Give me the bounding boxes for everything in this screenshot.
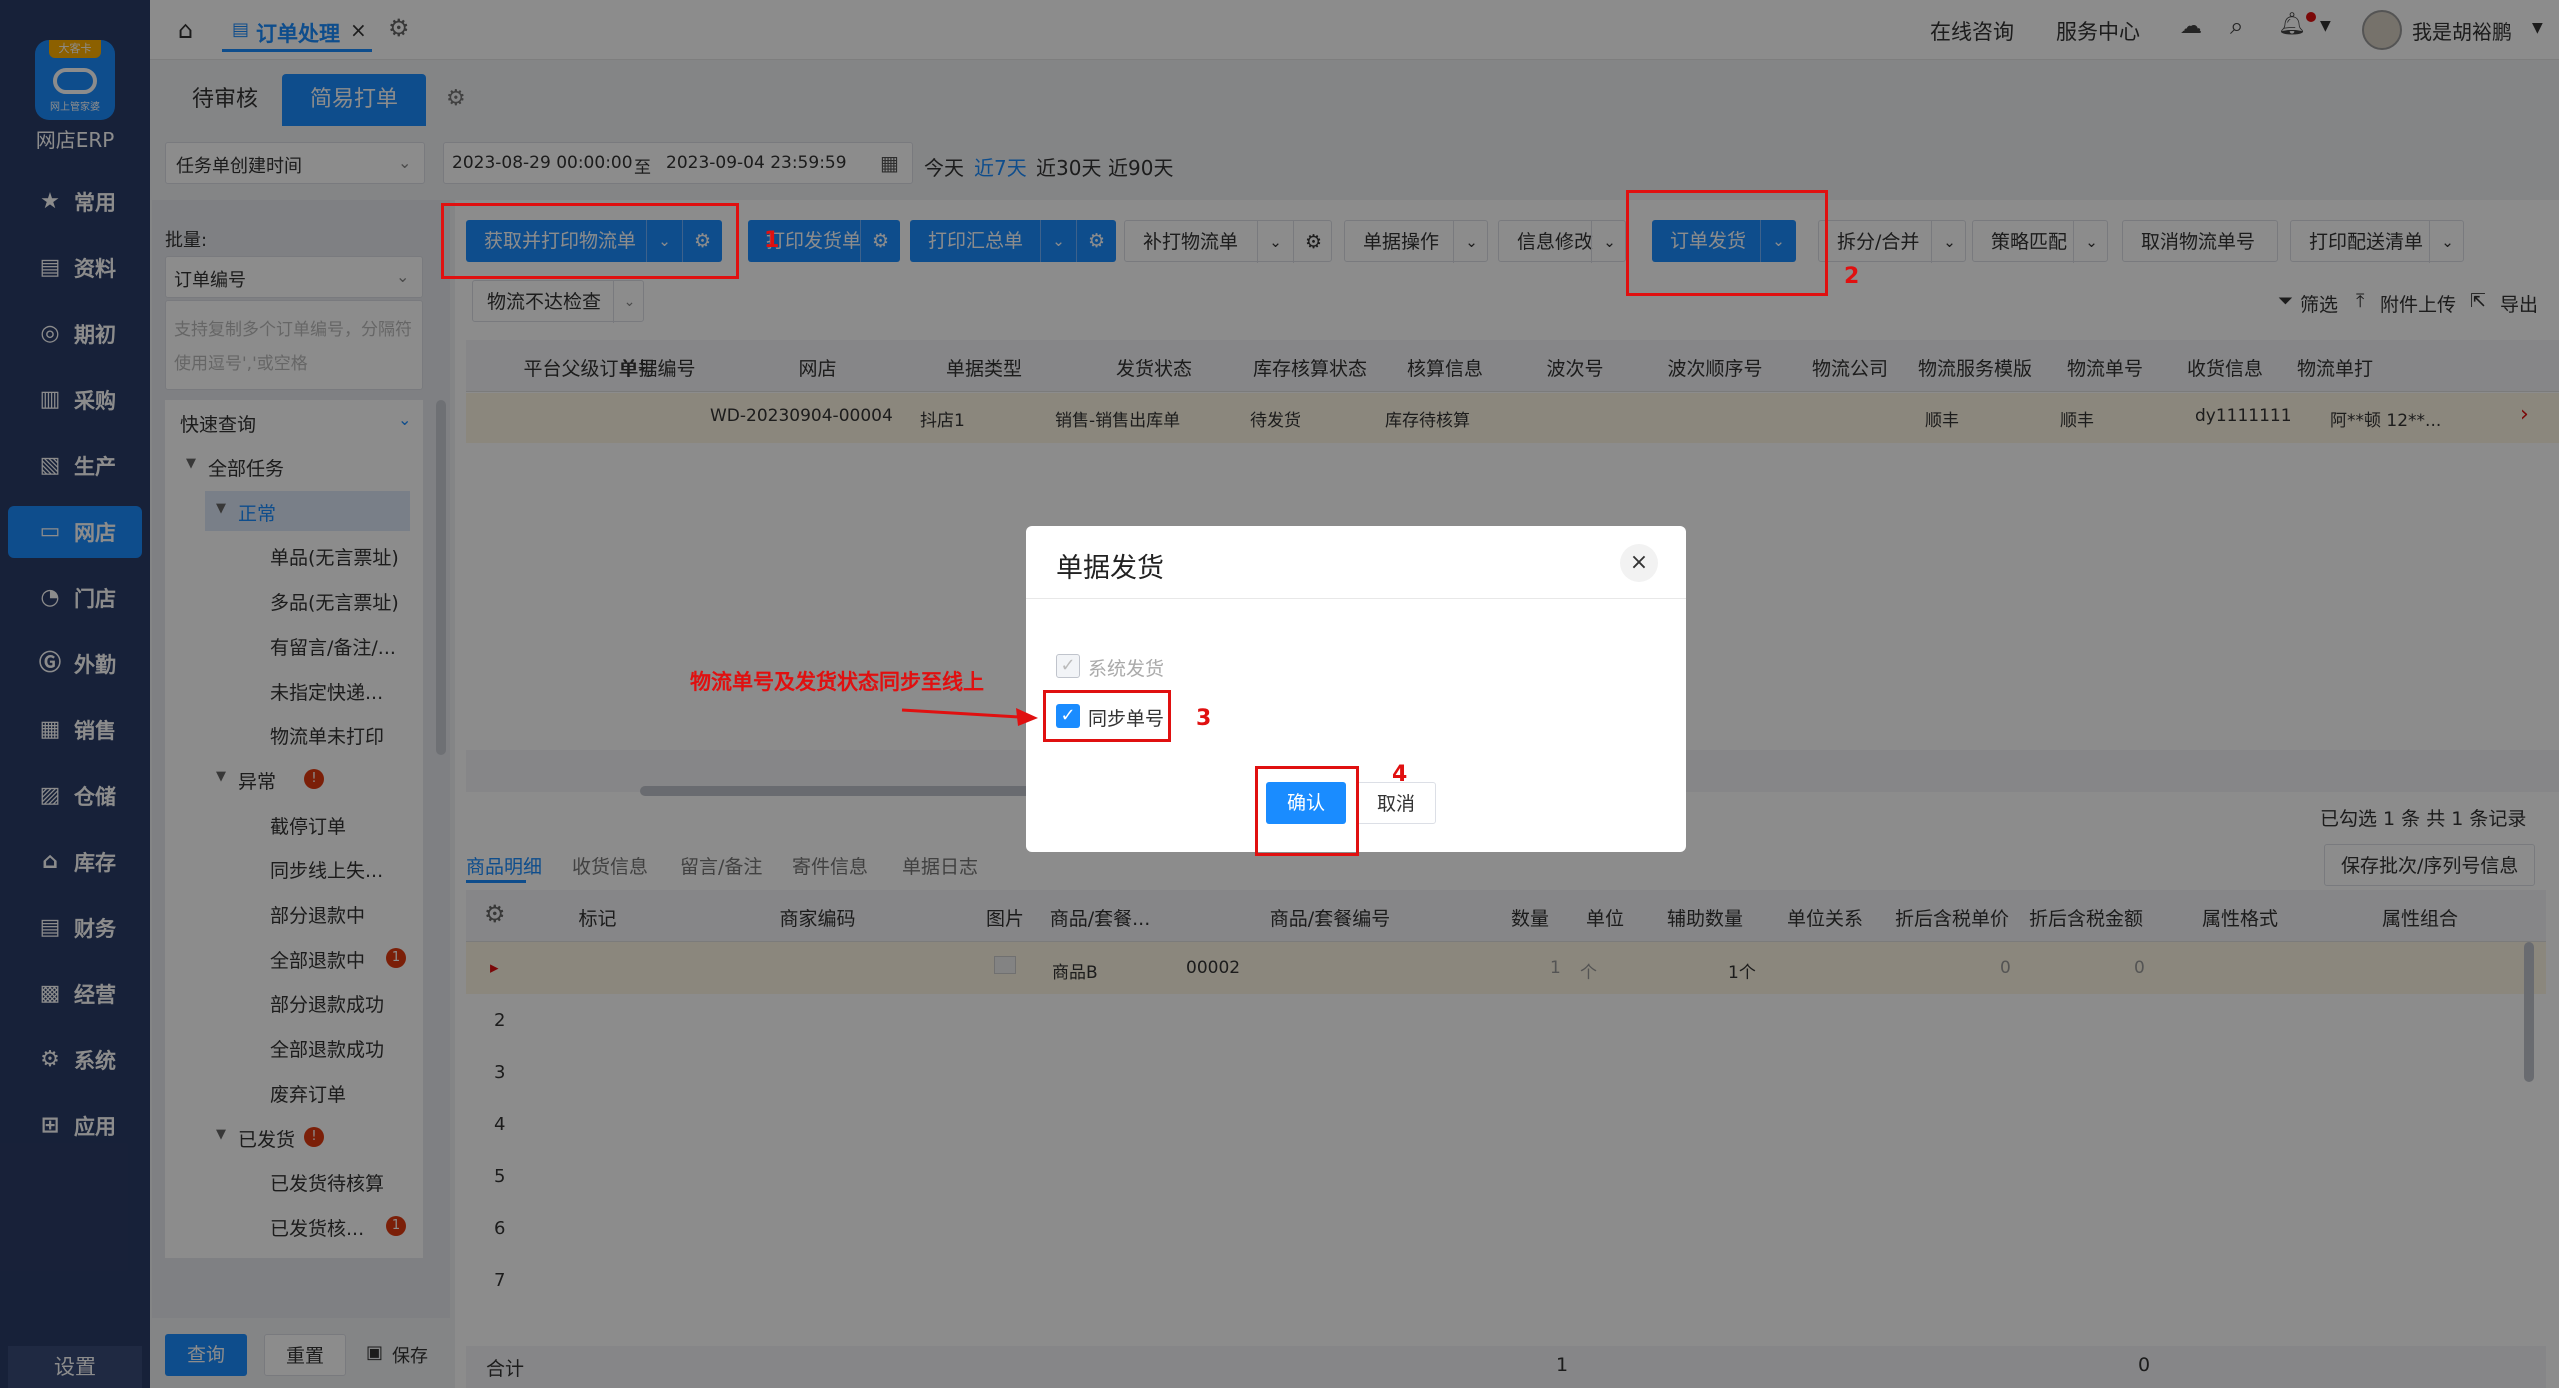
annotation-number-3: 3	[1196, 706, 1212, 731]
annotation-note: 物流单号及发货状态同步至线上	[690, 670, 984, 694]
annotation-number-4: 4	[1392, 762, 1408, 787]
close-icon[interactable]: ×	[1620, 544, 1658, 582]
dialog-title: 单据发货	[1056, 553, 1164, 584]
annotation-box-1	[441, 203, 739, 279]
annotation-number-1: 1	[764, 228, 780, 253]
annotation-box-3	[1043, 690, 1171, 742]
dialog-divider	[1026, 598, 1686, 599]
cancel-button[interactable]: 取消	[1356, 782, 1436, 824]
system-ship-checkbox: ✓	[1056, 654, 1080, 678]
annotation-box-4	[1255, 766, 1359, 856]
annotation-number-2: 2	[1844, 264, 1860, 289]
annotation-arrow	[901, 708, 1038, 726]
annotation-box-2	[1626, 190, 1828, 296]
system-ship-label: 系统发货	[1088, 658, 1165, 680]
